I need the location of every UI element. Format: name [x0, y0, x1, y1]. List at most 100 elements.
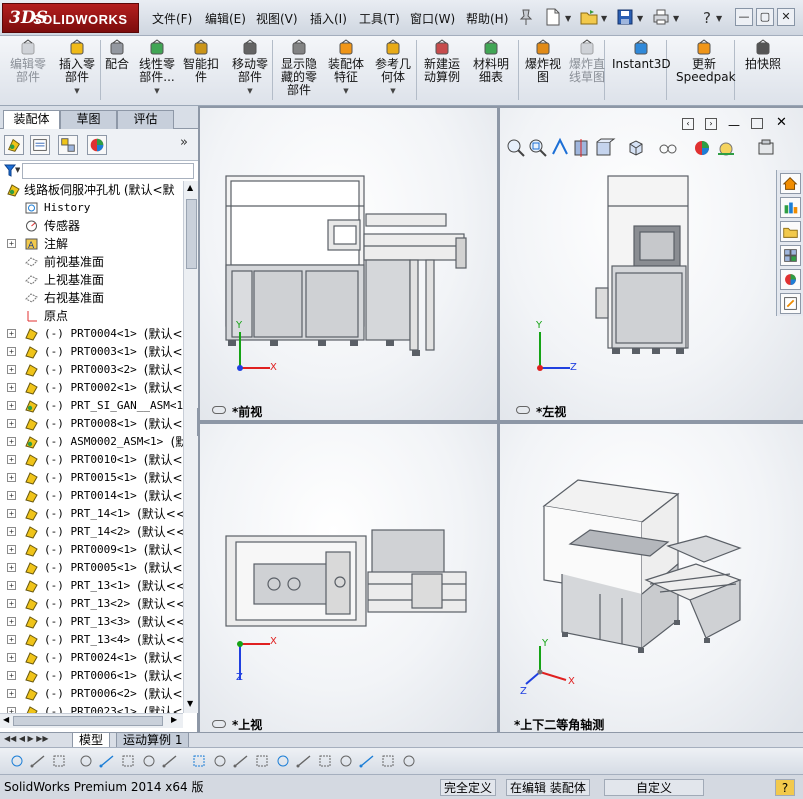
property-manager-icon[interactable]	[30, 135, 50, 155]
tree-component-row[interactable]: + (-) PRT0014<1> (默认<<	[0, 487, 183, 505]
tree-component-row[interactable]: + (-) PRT0006<2> (默认<<	[0, 685, 183, 703]
viewport-prev-icon[interactable]: ‹	[682, 118, 694, 130]
smart-dimension-icon[interactable]	[161, 752, 179, 770]
command-speedpak-button[interactable]: 更新 Speedpak	[676, 39, 736, 84]
design-library-icon[interactable]	[780, 197, 801, 218]
print-icon[interactable]	[652, 8, 670, 26]
command-dropdown-icon[interactable]: ▼	[326, 85, 366, 98]
tab-evaluate[interactable]: 评估	[117, 110, 174, 129]
dynamic-annotation-icon[interactable]	[592, 136, 616, 160]
tree-component-row[interactable]: + (-) PRT0002<1> (默认<<	[0, 379, 183, 397]
scroll-up-icon[interactable]: ▲	[187, 183, 193, 192]
viewport-isometric[interactable]: Y X Z *上下二等角轴测	[500, 424, 803, 732]
arc-icon[interactable]	[50, 752, 68, 770]
expand-icon[interactable]: +	[7, 545, 16, 554]
command-dropdown-icon[interactable]: ▼	[372, 85, 414, 98]
tree-component-row[interactable]: + (-) PRT_14<1> (默认<<	[0, 505, 183, 523]
status-help-icon[interactable]: ?	[775, 779, 795, 796]
expand-icon[interactable]: +	[7, 419, 16, 428]
command-motion-study-button[interactable]: 新建运 动算例	[420, 39, 464, 84]
command-bom-button[interactable]: 材料明 细表	[470, 39, 512, 84]
shaded-sketch-icon[interactable]	[358, 752, 376, 770]
tree-component-row[interactable]: + (-) PRT_13<4> (默认<<	[0, 631, 183, 649]
expand-icon[interactable]: +	[7, 239, 16, 248]
viewport-next-icon[interactable]: ›	[705, 118, 717, 130]
tree-item-origin[interactable]: 原点	[0, 307, 183, 325]
expand-icon[interactable]: +	[7, 581, 16, 590]
menu-window[interactable]: 窗口(W)	[410, 10, 455, 27]
view-orientation-icon[interactable]	[624, 136, 648, 160]
pin-icon[interactable]	[517, 8, 535, 26]
command-show-hidden-button[interactable]: 显示隐 藏的零 部件	[276, 39, 322, 97]
solidworks-resources-icon[interactable]	[780, 173, 801, 194]
command-move-component-button[interactable]: 移动零 部件 ▼	[228, 39, 272, 98]
tree-component-row[interactable]: + (-) PRT0010<1> (默认<<	[0, 451, 183, 469]
tree-component-row[interactable]: + (-) PRT0003<2> (默认<<	[0, 361, 183, 379]
expand-icon[interactable]: +	[7, 383, 16, 392]
command-snapshot-button[interactable]: 拍快照	[738, 39, 788, 71]
tab-assembly[interactable]: 装配体	[3, 110, 60, 130]
print-dropdown-icon[interactable]: ▼	[673, 14, 679, 23]
appearances-icon[interactable]	[780, 269, 801, 290]
offset-icon[interactable]	[119, 752, 137, 770]
command-dropdown-icon[interactable]: ▼	[55, 85, 99, 98]
tab-sketch[interactable]: 草图	[60, 110, 117, 129]
front-link-icon[interactable]	[212, 406, 226, 414]
feature-manager-icon[interactable]	[4, 135, 24, 155]
expand-icon[interactable]: +	[7, 653, 16, 662]
maximize-button[interactable]: ▢	[756, 8, 774, 26]
command-instant3d-button[interactable]: Instant3D	[612, 39, 671, 71]
display-style-icon[interactable]	[656, 136, 680, 160]
tree-item-plane[interactable]: 前视基准面	[0, 253, 183, 271]
expand-icon[interactable]: +	[7, 329, 16, 338]
edit-appearance-icon[interactable]	[690, 136, 714, 160]
point-icon[interactable]	[211, 752, 229, 770]
command-dropdown-icon[interactable]: ▼	[228, 85, 272, 98]
tree-component-row[interactable]: + (-) PRT_13<1> (默认<<	[0, 577, 183, 595]
close-button[interactable]: ✕	[777, 8, 795, 26]
tree-item-plane[interactable]: 上视基准面	[0, 271, 183, 289]
expand-panel-icon[interactable]: »	[180, 135, 188, 150]
menu-edit[interactable]: 编辑(E)	[205, 10, 246, 27]
menu-help[interactable]: 帮助(H)	[466, 10, 508, 27]
viewport-close-icon[interactable]: ✕	[776, 115, 787, 130]
tree-component-row[interactable]: +(-) PRT0023<1>(默认<<	[0, 703, 183, 713]
tree-item-history[interactable]: History	[0, 199, 183, 217]
mirror-icon[interactable]	[140, 752, 158, 770]
command-mate-button[interactable]: 配合	[102, 39, 132, 71]
tab-scroll-icons[interactable]: ◀◀ ◀ ▶ ▶▶	[4, 734, 49, 743]
expand-icon[interactable]: +	[7, 473, 16, 482]
menu-view[interactable]: 视图(V)	[256, 10, 298, 27]
configuration-manager-icon[interactable]	[58, 135, 78, 155]
filter-icon[interactable]: ▼	[4, 164, 20, 178]
command-insert-component-button[interactable]: 插入零 部件 ▼	[55, 39, 99, 98]
expand-icon[interactable]: +	[7, 509, 16, 518]
instant2d-icon[interactable]	[400, 752, 418, 770]
tree-component-row[interactable]: + (-) PRT0004<1> (默认<<	[0, 325, 183, 343]
viewport-restore-icon[interactable]	[751, 118, 763, 129]
expand-icon[interactable]: +	[7, 671, 16, 680]
repair-sketch-icon[interactable]	[316, 752, 334, 770]
menu-file[interactable]: 文件(F)	[152, 10, 192, 27]
expand-icon[interactable]: +	[7, 635, 16, 644]
tree-vertical-scrollbar[interactable]: ▲ ▼	[183, 181, 198, 713]
rectangle-icon[interactable]	[190, 752, 208, 770]
expand-icon[interactable]: +	[7, 617, 16, 626]
tree-component-row[interactable]: + (-) PRT0009<1> (默认<<	[0, 541, 183, 559]
solidworks-logo[interactable]: 3DS SOLIDWORKS	[2, 3, 139, 33]
new-dropdown-icon[interactable]: ▼	[565, 14, 571, 23]
tree-component-row[interactable]: + (-) PRT0003<1> (默认<<	[0, 343, 183, 361]
section-view-icon[interactable]	[570, 136, 594, 160]
expand-icon[interactable]: +	[7, 599, 16, 608]
polygon-icon[interactable]	[77, 752, 95, 770]
expand-icon[interactable]: +	[7, 527, 16, 536]
left-link-icon[interactable]	[516, 406, 530, 414]
apply-scene-icon[interactable]	[714, 136, 738, 160]
move-entities-icon[interactable]	[253, 752, 271, 770]
tree-item-annotation[interactable]: + A 注解	[0, 235, 183, 253]
file-explorer-icon[interactable]	[780, 221, 801, 242]
display-delete-relations-icon[interactable]	[295, 752, 313, 770]
tree-component-row[interactable]: + (-) PRT_13<3> (默认<<	[0, 613, 183, 631]
tree-component-row[interactable]: + (-) PRT0008<1> (默认<<	[0, 415, 183, 433]
command-assembly-feature-button[interactable]: 装配体 特征 ▼	[326, 39, 366, 98]
